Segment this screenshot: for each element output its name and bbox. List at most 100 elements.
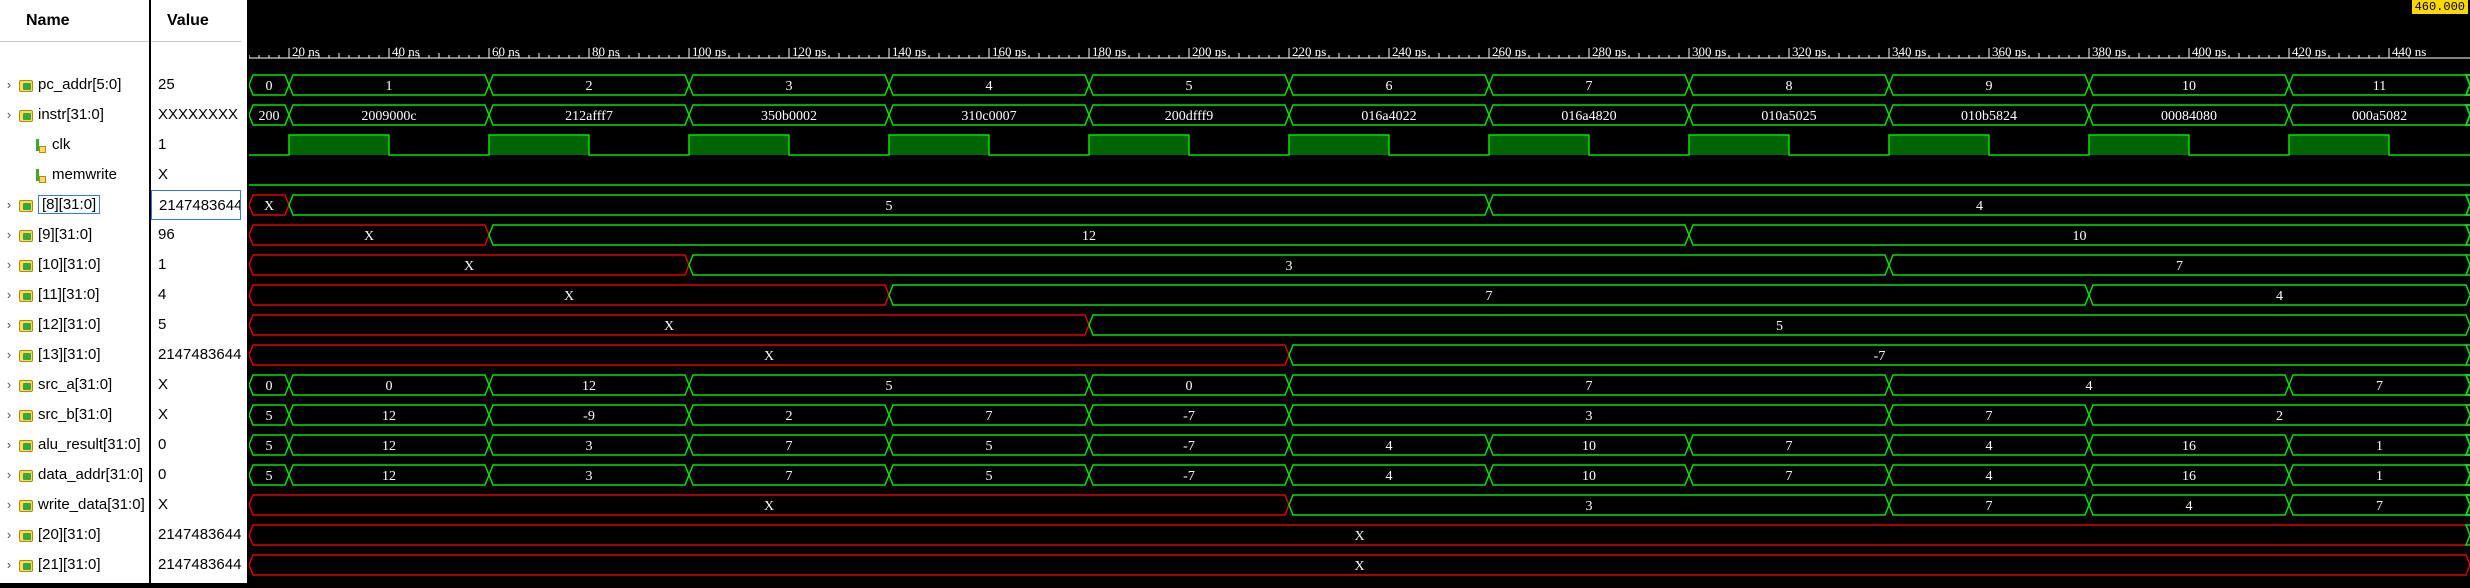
expand-chevron-icon[interactable]: › xyxy=(0,340,18,370)
expand-chevron-icon[interactable]: › xyxy=(0,430,18,460)
signal-value: XXXXXXXX xyxy=(158,106,239,123)
waveform-viewer[interactable]: 20 ns 40 ns 60 ns 80 ns 100 ns 120 ns 140 ns 16… xyxy=(248,0,2470,583)
expand-chevron-icon[interactable]: › xyxy=(0,220,18,250)
signal-row-14[interactable]: › write_data[31:0] xyxy=(0,490,149,520)
value-column-header[interactable]: Value xyxy=(151,0,241,42)
clk-high-fill xyxy=(689,135,789,155)
bus-value-label: 000a5082 xyxy=(2352,109,2407,124)
signal-name: [13][31:0] xyxy=(38,346,101,363)
signal-name: [8][31:0] xyxy=(38,195,101,214)
ruler-time-label: 100 ns xyxy=(692,44,726,59)
signal-row-8[interactable]: › [12][31:0] xyxy=(0,310,149,340)
expand-chevron-icon[interactable]: › xyxy=(0,310,18,340)
signal-name: data_addr[31:0] xyxy=(38,466,144,483)
bus-value-label: 12 xyxy=(382,409,396,424)
bus-signal-icon xyxy=(18,348,33,363)
expand-chevron-icon[interactable]: › xyxy=(0,70,18,100)
expand-chevron-icon[interactable]: › xyxy=(0,190,18,220)
signal-name: write_data[31:0] xyxy=(38,496,145,513)
bus-value-label: 6 xyxy=(1386,79,1393,94)
bus-value-label: 4 xyxy=(986,79,993,94)
signal-value: 2147483644 xyxy=(151,190,241,220)
expand-chevron-icon[interactable]: › xyxy=(0,100,18,130)
expand-chevron-icon[interactable]: › xyxy=(0,370,18,400)
bus-value-label: X xyxy=(764,349,774,364)
bus-segment xyxy=(2464,494,2470,516)
bus-value-label: 0 xyxy=(386,379,393,394)
bus-value-label: 7 xyxy=(1786,439,1793,454)
bus-value-label: 11 xyxy=(2373,79,2386,94)
signal-row-15[interactable]: › [20][31:0] xyxy=(0,520,149,550)
clk-high-fill xyxy=(489,135,589,155)
cursor-time-label[interactable]: 460.000 xyxy=(2411,0,2468,14)
signal-row-11[interactable]: › src_b[31:0] xyxy=(0,400,149,430)
bus-signal-icon xyxy=(18,288,33,303)
bus-value-label: 12 xyxy=(1082,229,1096,244)
bus-segment xyxy=(2464,104,2470,126)
bus-value-label: 350b0002 xyxy=(761,109,817,124)
signal-row-9[interactable]: › [13][31:0] xyxy=(0,340,149,370)
bus-value-label: 10 xyxy=(1582,439,1596,454)
signal-row-6[interactable]: › [10][31:0] xyxy=(0,250,149,280)
waveform-canvas[interactable]: 20 ns 40 ns 60 ns 80 ns 100 ns 120 ns 140 ns 16… xyxy=(248,0,2470,583)
bus-signal-icon xyxy=(18,558,33,573)
clk-high-fill xyxy=(1089,135,1189,155)
bus-value-label: 3 xyxy=(1586,499,1593,514)
bus-value-label: 2 xyxy=(2276,409,2283,424)
bus-value-label: 7 xyxy=(786,469,793,484)
ruler-time-label: 180 ns xyxy=(1092,44,1126,59)
bus-value-label: 5 xyxy=(1776,319,1783,334)
ruler-time-label: 260 ns xyxy=(1492,44,1526,59)
signal-row-13[interactable]: › data_addr[31:0] xyxy=(0,460,149,490)
bus-value-label: 00084080 xyxy=(2161,109,2217,124)
bus-value-label: 1 xyxy=(2376,469,2383,484)
signal-row-4[interactable]: › [8][31:0] xyxy=(0,190,149,220)
bus-value-label: 010a5025 xyxy=(1761,109,1816,124)
panel-divider[interactable] xyxy=(241,0,249,583)
expand-chevron-icon[interactable]: › xyxy=(0,520,18,550)
clk-high-fill xyxy=(1689,135,1789,155)
bus-segment xyxy=(2464,434,2470,456)
signal-row-3[interactable]: memwrite xyxy=(0,160,149,190)
bus-value-label: -7 xyxy=(1183,439,1195,454)
signal-row-12[interactable]: › alu_result[31:0] xyxy=(0,430,149,460)
signal-name: alu_result[31:0] xyxy=(38,436,141,453)
bus-value-label: 5 xyxy=(266,469,273,484)
expand-chevron-icon[interactable]: › xyxy=(0,550,18,580)
expand-chevron-icon[interactable]: › xyxy=(0,460,18,490)
bus-value-label: 200 xyxy=(259,109,280,124)
clk-high-fill xyxy=(289,135,389,155)
bus-value-label: 5 xyxy=(886,199,893,214)
bus-value-label: 9 xyxy=(1986,79,1993,94)
signal-row-5[interactable]: › [9][31:0] xyxy=(0,220,149,250)
bus-value-label: 16 xyxy=(2182,439,2196,454)
signal-name: [21][31:0] xyxy=(38,556,101,573)
bus-value-label: -7 xyxy=(1183,469,1195,484)
signal-row-7[interactable]: › [11][31:0] xyxy=(0,280,149,310)
bus-signal-icon xyxy=(18,258,33,273)
bus-value-label: 4 xyxy=(2086,379,2093,394)
signal-row-10[interactable]: › src_a[31:0] xyxy=(0,370,149,400)
bus-signal-icon xyxy=(18,408,33,423)
signal-value: 25 xyxy=(158,76,175,93)
clk-high-fill xyxy=(2289,135,2389,155)
bus-value-label: 1 xyxy=(2376,439,2383,454)
signal-row-16[interactable]: › [21][31:0] xyxy=(0,550,149,580)
bus-value-label: 310c0007 xyxy=(961,109,1016,124)
expand-chevron-icon[interactable]: › xyxy=(0,280,18,310)
bus-signal-icon xyxy=(18,438,33,453)
signal-row-2[interactable]: clk xyxy=(0,130,149,160)
bit-signal-icon xyxy=(32,138,46,154)
bus-signal-icon xyxy=(18,78,33,93)
expand-chevron-icon[interactable]: › xyxy=(0,400,18,430)
ruler-time-label: 320 ns xyxy=(1792,44,1826,59)
bus-value-label: 4 xyxy=(1976,199,1983,214)
signal-row-1[interactable]: › instr[31:0] xyxy=(0,100,149,130)
expand-chevron-icon[interactable]: › xyxy=(0,250,18,280)
expand-chevron-icon[interactable]: › xyxy=(0,490,18,520)
signal-row-0[interactable]: › pc_addr[5:0] xyxy=(0,70,149,100)
bus-value-label: 4 xyxy=(2276,289,2283,304)
clk-high-fill xyxy=(1289,135,1389,155)
bus-value-label: 4 xyxy=(1986,469,1993,484)
name-column-header[interactable]: Name xyxy=(0,0,149,42)
